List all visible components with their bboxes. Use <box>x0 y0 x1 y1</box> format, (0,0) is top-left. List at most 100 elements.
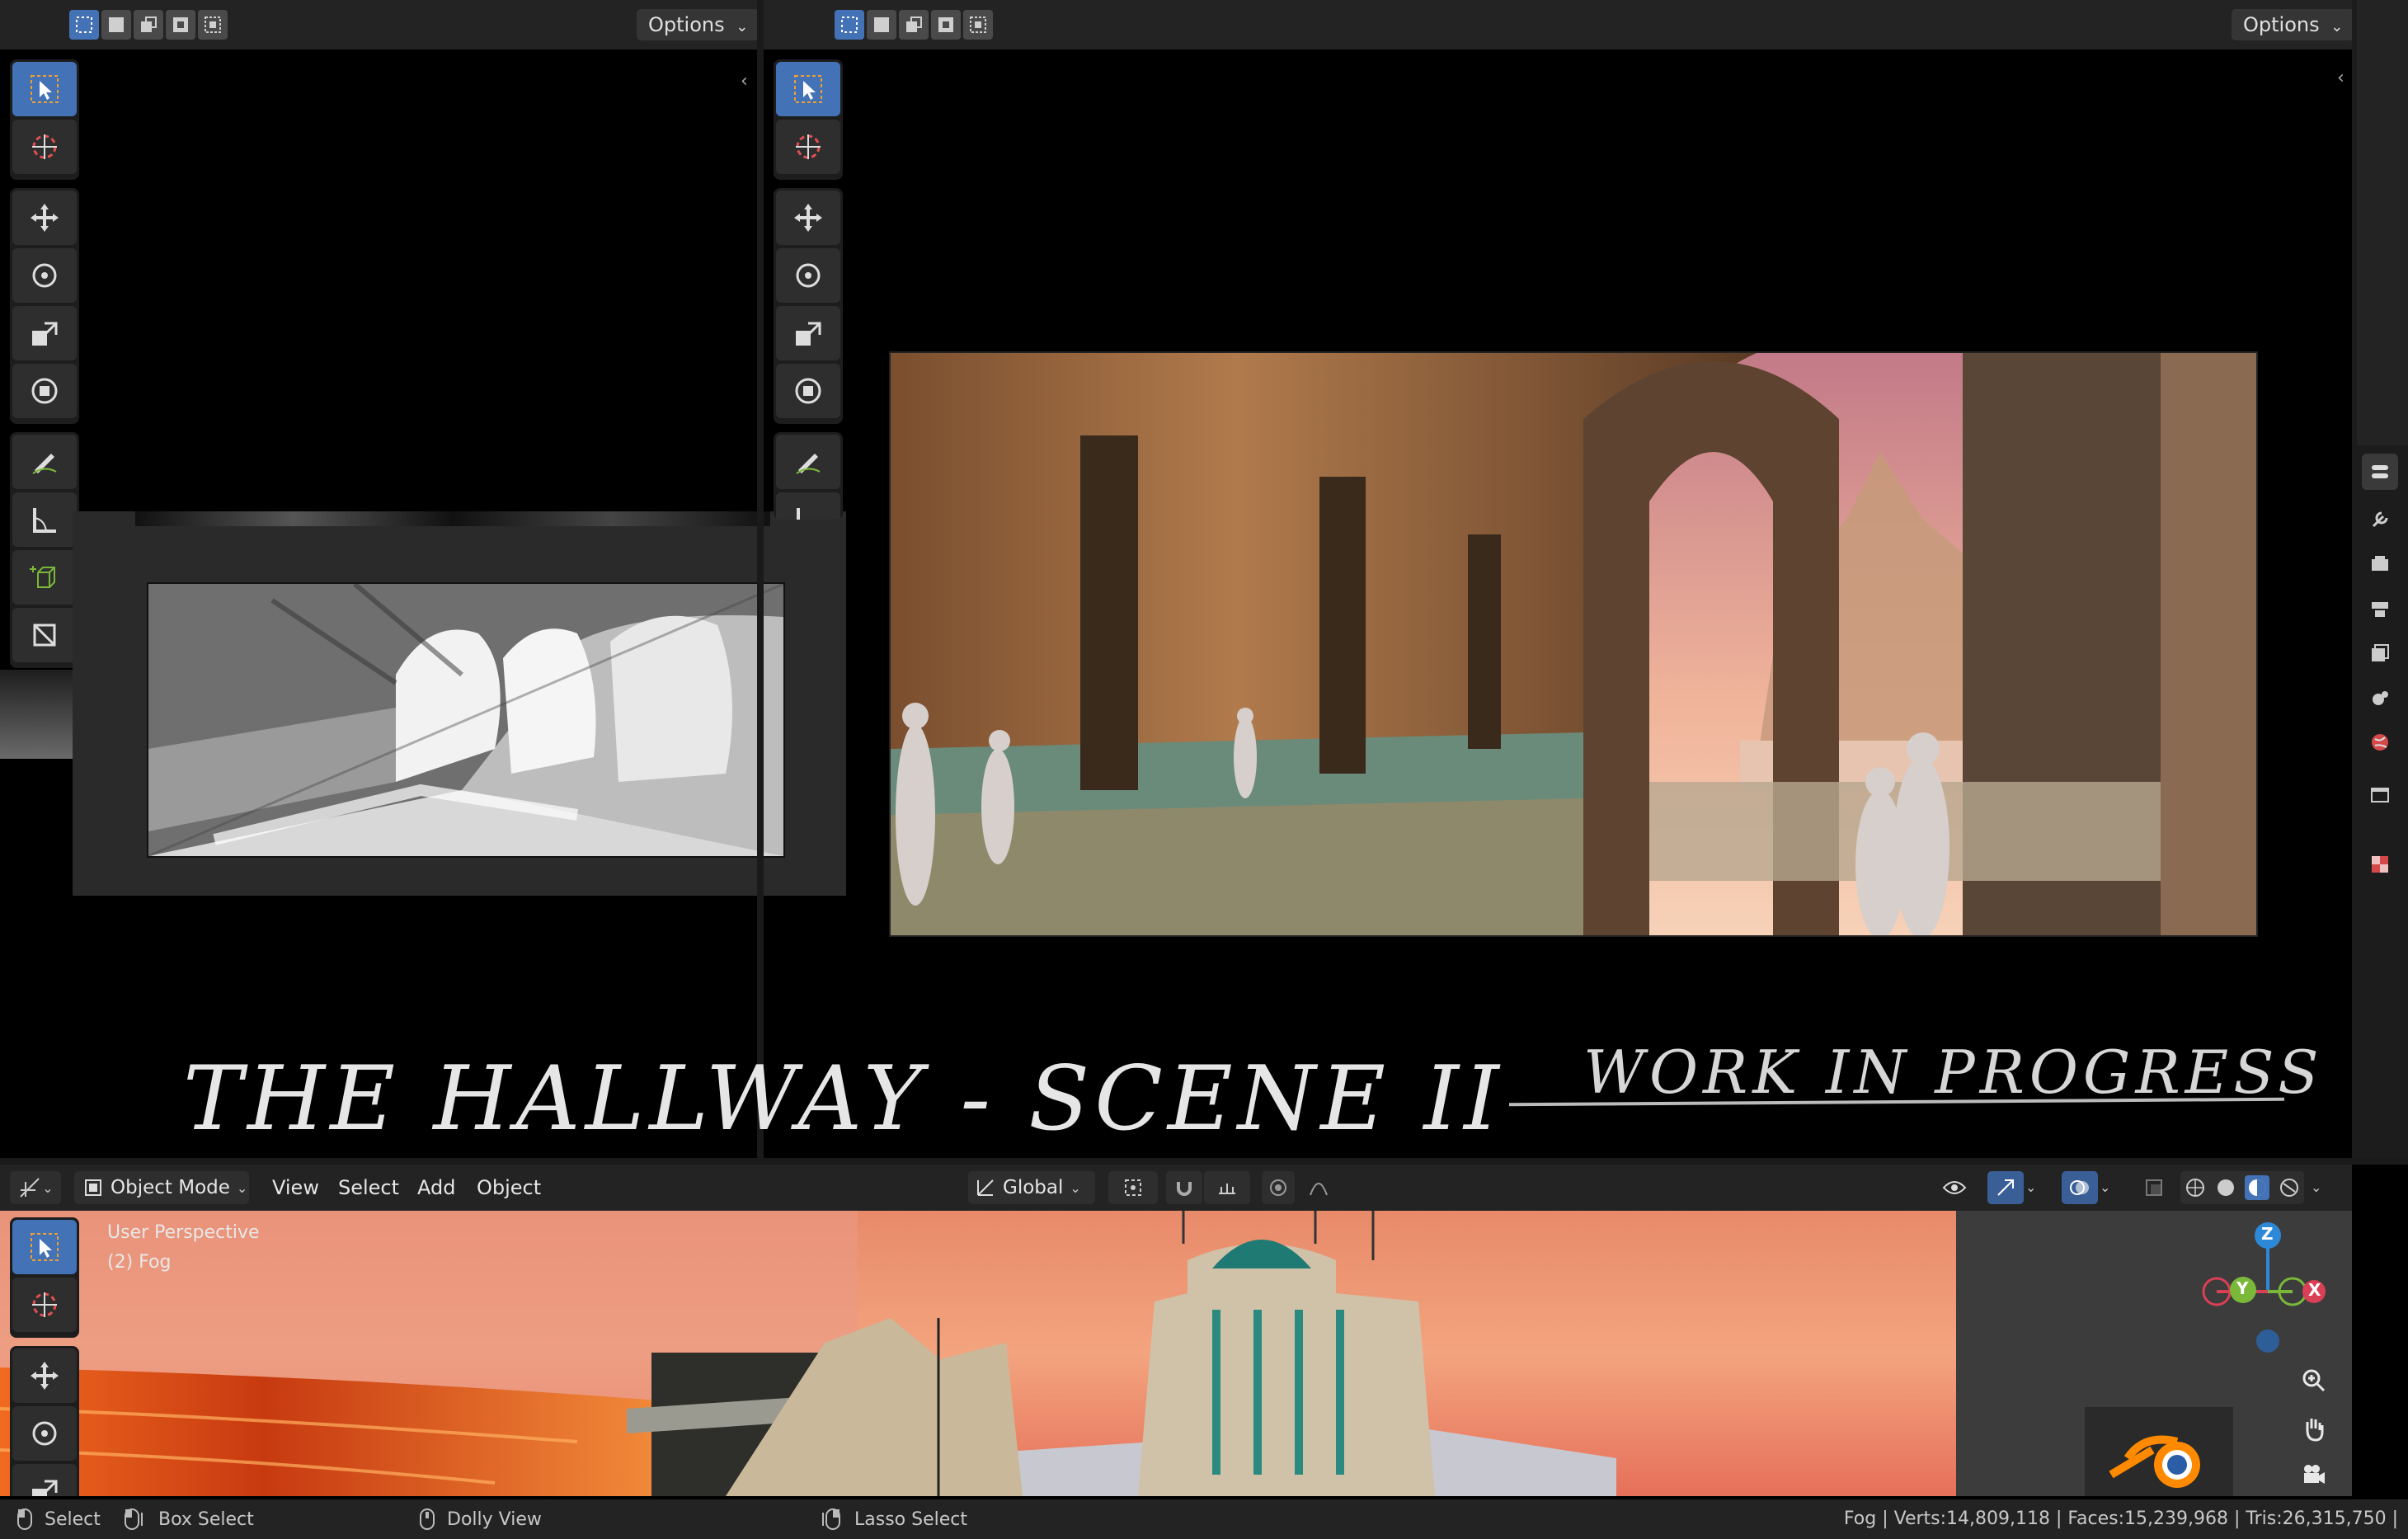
cursor-tool-button[interactable] <box>12 1278 77 1332</box>
scale-tool-button[interactable] <box>12 1464 77 1496</box>
cursor-tool-button[interactable] <box>776 120 840 174</box>
rotate-tool-button[interactable] <box>12 1406 77 1461</box>
solid-shading-icon[interactable] <box>2215 1177 2236 1198</box>
area-divider-horizontal[interactable] <box>0 1158 2408 1165</box>
chevron-down-icon: ⌄ <box>42 1179 54 1196</box>
options-dropdown-left[interactable]: Options ⌄ <box>637 9 760 40</box>
transform-tool-button[interactable] <box>12 364 77 418</box>
render-image <box>889 351 2258 937</box>
snap-toggle[interactable] <box>1166 1171 1202 1204</box>
measure-tool-button[interactable] <box>776 492 840 520</box>
transform-orientation-dropdown[interactable]: Global ⌄ <box>968 1171 1095 1204</box>
camera-icon <box>2304 1465 2325 1484</box>
mode-new-button[interactable] <box>835 10 864 40</box>
annotate-tool-button[interactable] <box>12 435 77 489</box>
render-icon[interactable] <box>2362 546 2398 582</box>
move-tool-button[interactable] <box>776 191 840 245</box>
menu-add[interactable]: Add <box>417 1165 455 1211</box>
options-dropdown-right[interactable]: Options ⌄ <box>2232 9 2355 40</box>
falloff-curve-icon <box>1310 1183 1328 1196</box>
move-tool-button[interactable] <box>12 191 77 245</box>
gizmo-toggle[interactable] <box>1987 1171 2024 1204</box>
mode-subtract-button[interactable] <box>899 10 929 40</box>
mode-extend-button[interactable] <box>867 10 896 40</box>
material-shading-icon[interactable] <box>2245 1175 2270 1200</box>
transform-tool-button[interactable] <box>776 364 840 418</box>
cursor-select-icon <box>31 75 59 103</box>
ruler-icon <box>797 508 800 520</box>
status-scene-stats: Fog | Verts:14,809,118 | Faces:15,239,96… <box>1843 1508 2398 1529</box>
tool-settings-icon[interactable] <box>2362 454 2398 490</box>
collapse-arrow-icon[interactable]: ‹ <box>741 71 748 92</box>
handwritten-subtitle: WORK IN PROGRESS <box>1583 1038 2324 1107</box>
measure-tool-button[interactable] <box>12 492 77 547</box>
scale-tool-button[interactable] <box>12 306 77 360</box>
gizmo-icon <box>1997 1179 2014 1196</box>
move-tool-button[interactable] <box>12 1348 77 1403</box>
navigation-gizmo[interactable]: Z Y X <box>2194 1217 2326 1366</box>
snap-target-dropdown[interactable] <box>1204 1171 1250 1204</box>
status-dolly-label: Dolly View <box>447 1508 542 1530</box>
menu-view[interactable]: View <box>272 1165 319 1211</box>
magnet-icon <box>1177 1182 1192 1196</box>
gizmo-dropdown[interactable]: ⌄ <box>2025 1171 2048 1204</box>
overlay-toggle[interactable] <box>2062 1171 2098 1204</box>
rotate-tool-button[interactable] <box>12 248 77 303</box>
collection-icon[interactable] <box>2362 777 2398 813</box>
add-cube-tool-button[interactable] <box>12 550 77 605</box>
proportional-edit-toggle[interactable] <box>1262 1171 1295 1204</box>
zoom-view-button[interactable] <box>2296 1363 2332 1399</box>
world-icon[interactable] <box>2362 724 2398 760</box>
wrench-icon[interactable] <box>2362 501 2398 538</box>
move-arrows-icon <box>794 204 822 232</box>
hand-icon <box>2306 1419 2324 1442</box>
status-lasso-hint: Lasso Select <box>820 1503 967 1536</box>
select-tool-button[interactable] <box>12 62 77 116</box>
cursor-tool-button[interactable] <box>12 120 77 174</box>
xray-toggle[interactable] <box>2138 1171 2170 1204</box>
output-icon[interactable] <box>2362 591 2398 627</box>
pivot-point-dropdown[interactable] <box>1108 1171 1158 1204</box>
mode-difference-button[interactable] <box>166 10 195 40</box>
mode-extend-button[interactable] <box>101 10 131 40</box>
rendered-shading-icon[interactable] <box>2279 1177 2300 1198</box>
rotate-tool-button[interactable] <box>776 248 840 303</box>
mode-subtract-button[interactable] <box>134 10 163 40</box>
view-layer-icon[interactable] <box>2362 635 2398 671</box>
overlay-dropdown[interactable]: ⌄ <box>2100 1171 2123 1204</box>
menu-object[interactable]: Object <box>477 1165 541 1211</box>
mode-intersect-button[interactable] <box>963 10 993 40</box>
select-tool-button[interactable] <box>776 62 840 116</box>
shading-group <box>2180 1171 2304 1204</box>
viewport-canvas[interactable] <box>0 1211 2352 1496</box>
collapse-arrow-icon[interactable]: ‹ <box>2337 68 2345 88</box>
scale-icon <box>796 322 821 346</box>
object-mode-dropdown[interactable]: Object Mode ⌄ <box>74 1171 249 1204</box>
visibility-dropdown[interactable] <box>1930 1171 1979 1204</box>
falloff-dropdown[interactable] <box>1298 1171 1344 1204</box>
mode-difference-button[interactable] <box>931 10 961 40</box>
area-divider-vertical[interactable] <box>757 0 764 1158</box>
mode-intersect-button[interactable] <box>198 10 228 40</box>
menu-select[interactable]: Select <box>338 1165 399 1211</box>
scale-tool-button[interactable] <box>776 306 840 360</box>
status-dolly-hint: Dolly View <box>419 1503 542 1536</box>
crosshair-icon <box>32 134 57 159</box>
texture-icon[interactable] <box>2362 846 2398 882</box>
mouse-drag-icon <box>125 1508 143 1530</box>
select-tool-button[interactable] <box>12 1220 77 1274</box>
top-right-header <box>764 0 2352 49</box>
annotate-tool-button[interactable] <box>776 435 840 489</box>
rotate-icon <box>32 263 57 288</box>
select-mode-group-right <box>835 10 993 40</box>
editor-type-button[interactable]: ⌄ <box>10 1171 61 1204</box>
shading-dropdown[interactable]: ⌄ <box>2311 1171 2334 1204</box>
orientation-icon <box>977 1179 994 1196</box>
wireframe-shading-icon[interactable] <box>2185 1177 2206 1198</box>
pan-view-button[interactable] <box>2296 1410 2332 1447</box>
scene-icon[interactable] <box>2362 680 2398 716</box>
object-mode-label: Object Mode <box>111 1177 230 1198</box>
frame-tool-button[interactable] <box>12 608 77 662</box>
camera-view-button[interactable] <box>2296 1457 2332 1493</box>
mode-new-button[interactable] <box>69 10 99 40</box>
